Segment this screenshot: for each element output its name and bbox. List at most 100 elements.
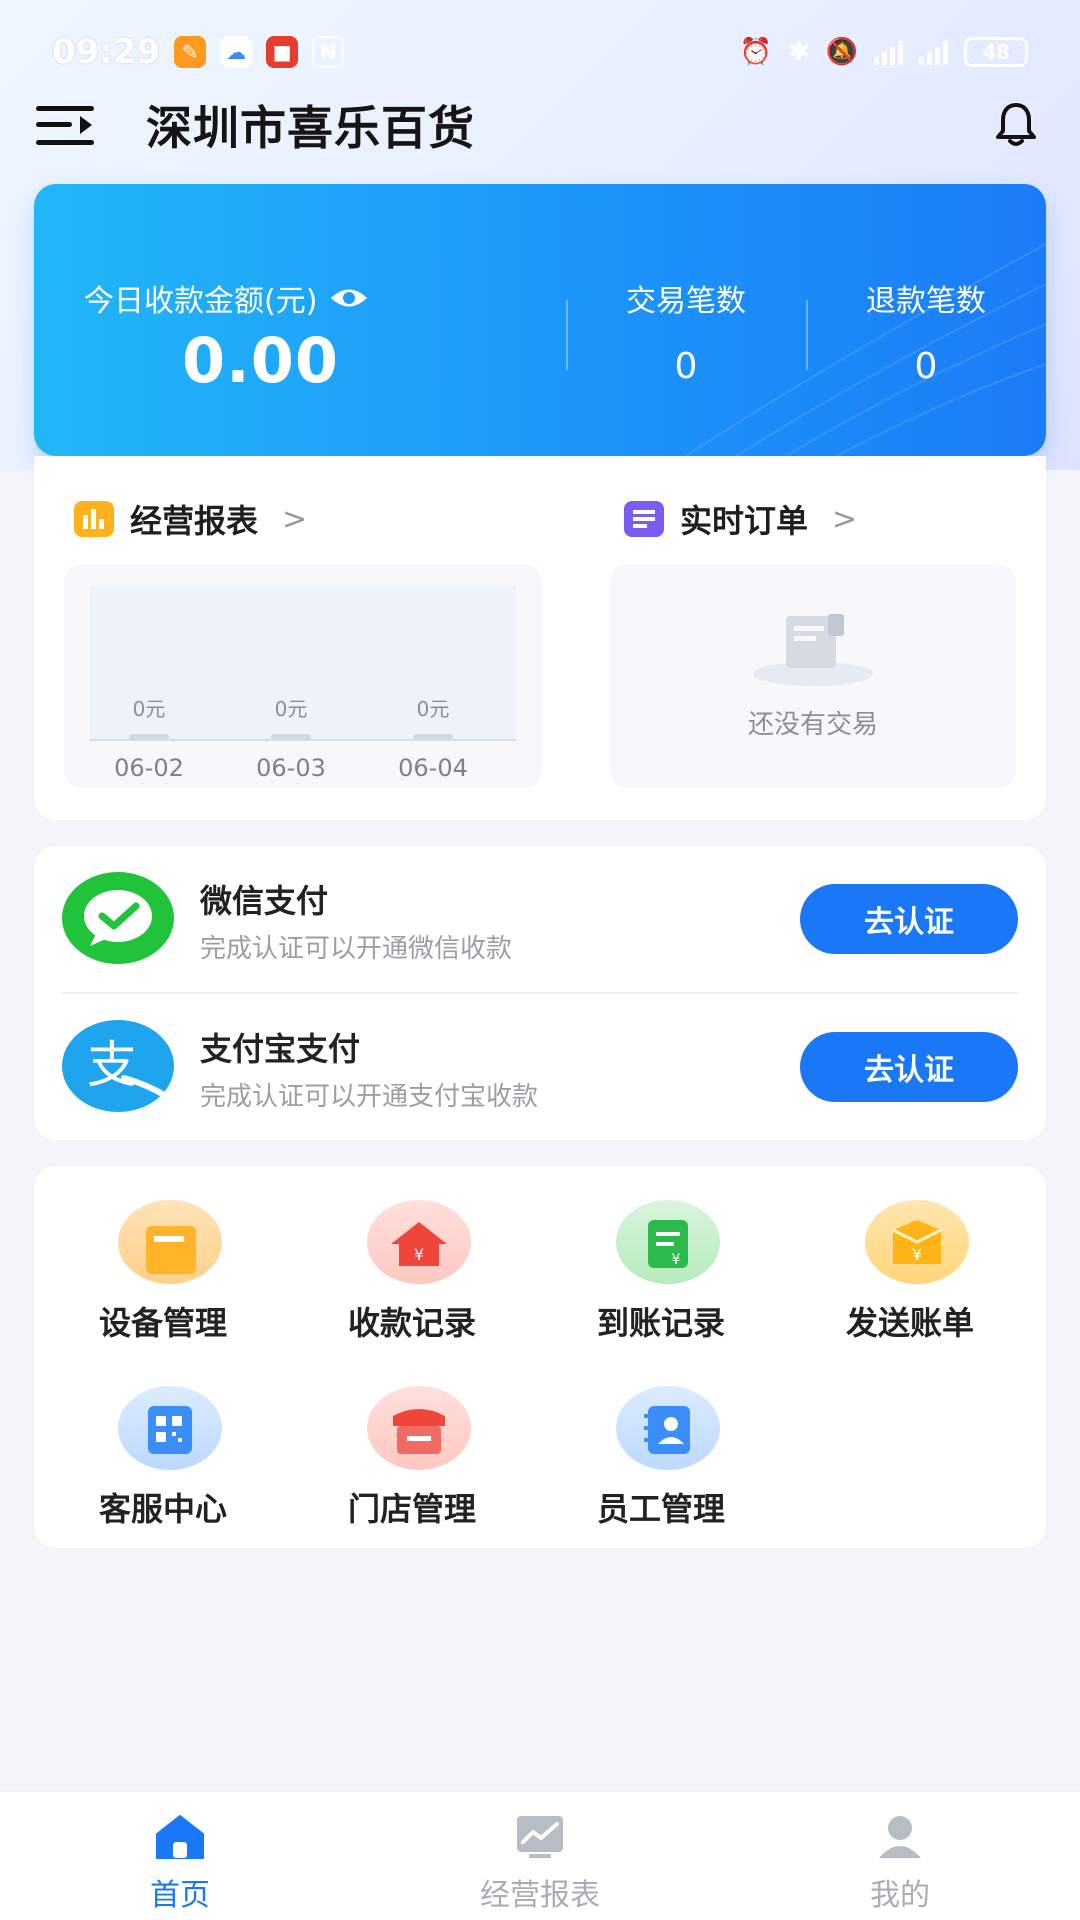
feature-customer-service[interactable]: 客服中心: [48, 1372, 278, 1528]
chart-value-label: 0元: [275, 697, 308, 721]
alipay-verify-button[interactable]: 去认证: [800, 1032, 1018, 1102]
send-bill-icon: ¥: [865, 1200, 969, 1284]
stat-divider: [806, 300, 808, 370]
alipay-name: 支付宝支付: [200, 1030, 361, 1068]
business-report-title: 经营报表: [130, 502, 259, 540]
empty-orders-text: 还没有交易: [747, 710, 878, 740]
feature-send-bill[interactable]: ¥ 发送账单: [795, 1186, 1025, 1342]
signal-icon: [874, 39, 903, 65]
svg-text:¥: ¥: [672, 1252, 681, 1268]
signal-icon-2: [919, 39, 948, 65]
feature-label: 客服中心: [98, 1490, 227, 1528]
alarm-icon: ⏰: [739, 37, 772, 67]
feature-grid: 设备管理 ¥ 收款记录 ¥ 到账记录 ¥ 发送账单 客服中心 门店管理 员工管理: [34, 1166, 1046, 1548]
wechat-pay-row: 微信支付 完成认证可以开通微信收款 去认证: [34, 846, 1046, 992]
transactions-stat[interactable]: 交易笔数 0: [586, 276, 786, 387]
trend-chart-icon: [517, 1816, 563, 1858]
nav-label: 首页: [150, 1878, 210, 1913]
nfc-icon: N: [312, 36, 345, 68]
chart-category-label: 06-03: [256, 754, 326, 782]
realtime-orders-empty: 还没有交易: [610, 564, 1016, 788]
refunds-value: 0: [914, 346, 938, 387]
bluetooth-icon: ✱: [787, 37, 810, 67]
bell-icon[interactable]: [988, 97, 1044, 153]
feature-payment-records[interactable]: ¥ 收款记录: [297, 1186, 527, 1342]
revenue-label: 今日收款金额(元): [84, 284, 318, 319]
alipay-icon: 支: [62, 1020, 174, 1112]
revenue-amount: 0.00: [182, 324, 339, 397]
eye-icon[interactable]: [329, 285, 369, 311]
customer-service-icon: [118, 1386, 222, 1470]
feature-label: 门店管理: [347, 1490, 476, 1528]
chart-bar: [129, 734, 169, 740]
mini-revenue-chart[interactable]: 0元 06-02 0元 06-03 0元 06-04: [64, 564, 542, 788]
feature-staff-management[interactable]: 员工管理: [546, 1372, 776, 1528]
chart-svg: 0元 06-02 0元 06-03 0元 06-04: [90, 586, 516, 782]
page-title: 深圳市喜乐百货: [146, 101, 475, 155]
menu-icon[interactable]: [36, 102, 94, 148]
wechat-verify-button[interactable]: 去认证: [800, 884, 1018, 954]
chart-value-label: 0元: [417, 697, 450, 721]
feature-store-management[interactable]: 门店管理: [297, 1372, 527, 1528]
payment-methods-panel: 微信支付 完成认证可以开通微信收款 去认证 支 支付宝支付 完成认证可以开通支付…: [34, 846, 1046, 1140]
nav-business-report[interactable]: 经营报表: [390, 1792, 690, 1920]
chevron-right-icon: >: [282, 501, 308, 537]
feature-arrival-records[interactable]: ¥ 到账记录: [546, 1186, 776, 1342]
bottom-navigation: 首页 经营报表 我的: [0, 1792, 1080, 1920]
alipay-desc: 完成认证可以开通支付宝收款: [200, 1082, 539, 1112]
wechat-pay-desc: 完成认证可以开通微信收款: [200, 934, 513, 964]
store-icon: [367, 1386, 471, 1470]
profile-icon: [879, 1816, 921, 1858]
arrival-record-icon: ¥: [616, 1200, 720, 1284]
transactions-label: 交易笔数: [626, 284, 746, 319]
report-panel: 经营报表 > 实时订单 > 0元 06-02 0元 06-03 0元 06-04 还没有交…: [34, 456, 1046, 820]
refunds-label: 退款笔数: [866, 284, 986, 319]
nav-mine[interactable]: 我的: [750, 1792, 1050, 1920]
revenue-summary-card: 今日收款金额(元) 0.00 交易笔数 0 退款笔数 0: [34, 184, 1046, 456]
chart-category-label: 06-02: [114, 754, 184, 782]
order-list-icon: [624, 501, 664, 537]
revenue-label-row: 今日收款金额(元): [84, 276, 369, 320]
status-time: 09:29: [52, 32, 161, 72]
realtime-orders-link[interactable]: 实时订单 >: [624, 496, 857, 542]
empty-receipt-icon: [753, 614, 873, 686]
chevron-right-icon: >: [832, 501, 858, 537]
app-header: 深圳市喜乐百货: [36, 95, 1044, 155]
feature-label: 设备管理: [98, 1304, 227, 1342]
transactions-value: 0: [674, 346, 698, 387]
feature-label: 发送账单: [845, 1304, 974, 1342]
business-report-link[interactable]: 经营报表 >: [74, 496, 307, 542]
stat-divider: [566, 300, 568, 370]
nav-home[interactable]: 首页: [30, 1792, 330, 1920]
feature-label: 到账记录: [596, 1304, 725, 1342]
nav-label: 经营报表: [480, 1878, 600, 1913]
mute-icon: 🔕: [825, 37, 858, 67]
status-bar: 09:29 ✎ ☁ ■ N ⏰ ✱ 🔕 48: [52, 28, 1028, 76]
battery-icon: 48: [964, 37, 1028, 67]
feature-device-management[interactable]: 设备管理: [48, 1186, 278, 1342]
app-notification-icon: ✎: [174, 36, 207, 68]
wechat-pay-name: 微信支付: [200, 882, 329, 920]
realtime-orders-title: 实时订单: [680, 502, 809, 540]
device-icon: [118, 1200, 222, 1284]
chart-bar: [271, 734, 311, 740]
svg-text:¥: ¥: [912, 1245, 922, 1264]
home-icon: [156, 1815, 204, 1859]
feature-label: 员工管理: [596, 1490, 725, 1528]
red-app-notification-icon: ■: [266, 36, 299, 68]
svg-text:支: 支: [87, 1036, 137, 1094]
cloud-notification-icon: ☁: [220, 36, 253, 68]
chart-value-label: 0元: [133, 697, 166, 721]
bar-chart-icon: [74, 501, 114, 537]
chart-category-label: 06-04: [398, 754, 468, 782]
payment-record-icon: ¥: [367, 1200, 471, 1284]
nav-label: 我的: [870, 1878, 930, 1913]
svg-text:¥: ¥: [414, 1245, 424, 1264]
staff-icon: [616, 1386, 720, 1470]
chart-bar: [413, 734, 453, 740]
alipay-row: 支 支付宝支付 完成认证可以开通支付宝收款 去认证: [34, 994, 1046, 1140]
feature-label: 收款记录: [347, 1304, 476, 1342]
battery-level: 48: [982, 40, 1010, 64]
wechat-pay-icon: [62, 872, 174, 964]
refunds-stat[interactable]: 退款笔数 0: [826, 276, 1026, 387]
